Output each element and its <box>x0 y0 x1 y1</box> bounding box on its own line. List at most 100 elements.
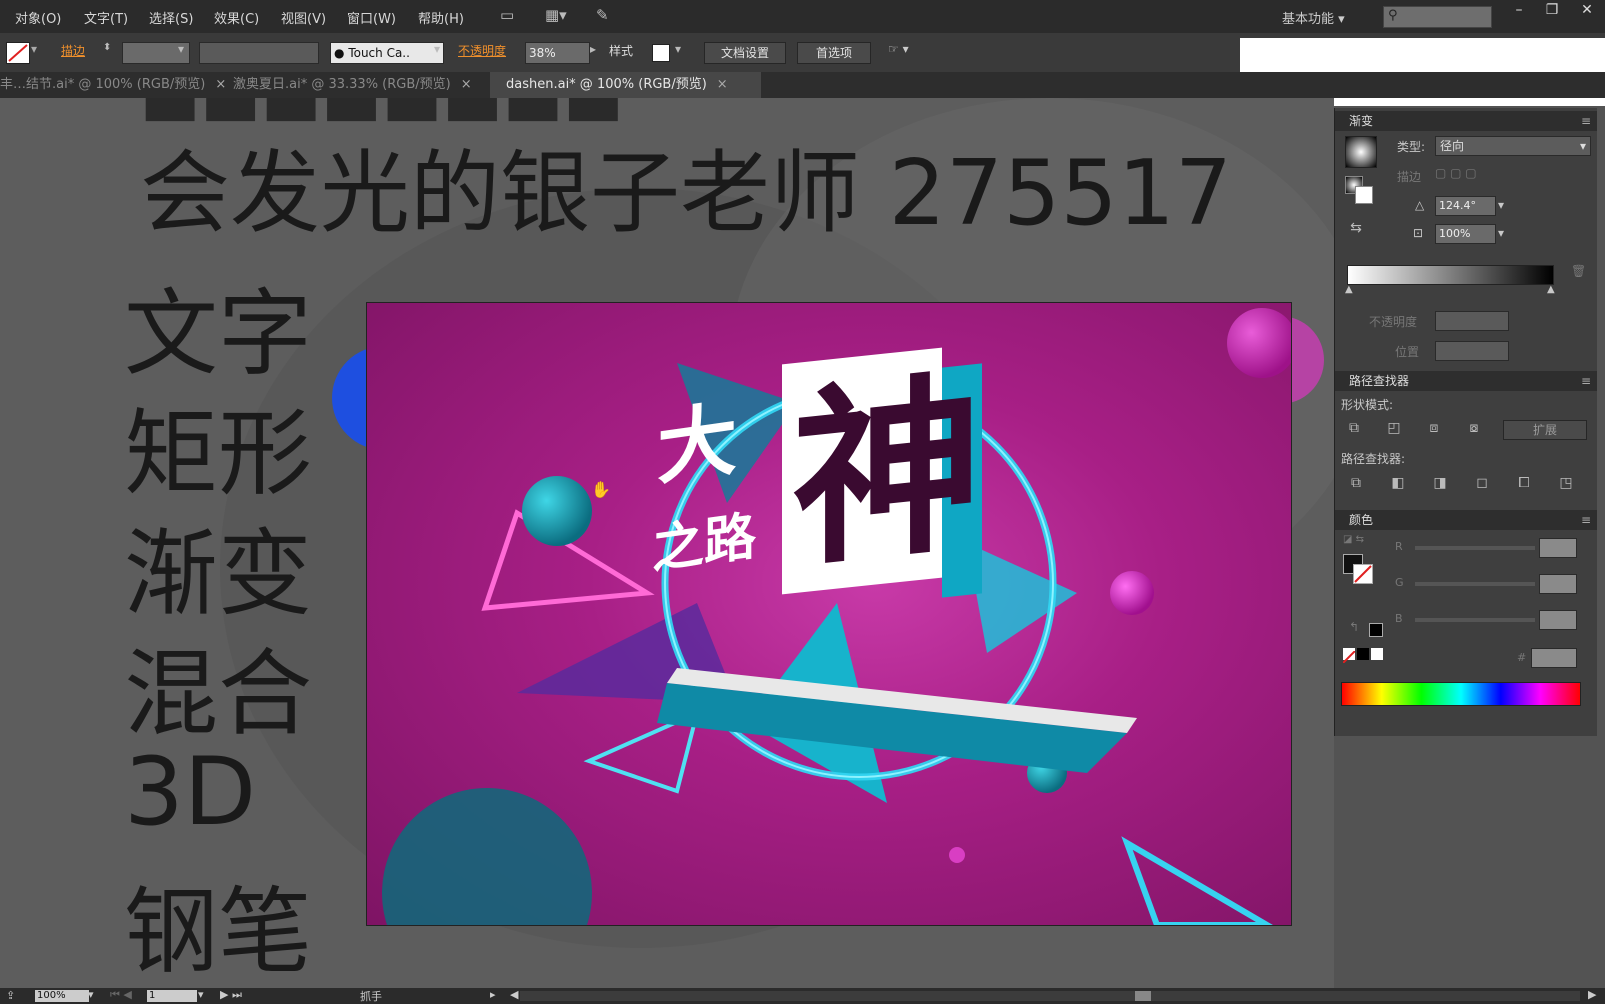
panel-menu-icon[interactable]: ≡ <box>1581 111 1591 131</box>
menu-help[interactable]: 帮助(H) <box>418 8 464 27</box>
g-value-field[interactable] <box>1539 574 1577 594</box>
fill-swatch[interactable] <box>6 42 30 64</box>
black-mini-swatch[interactable] <box>1357 648 1369 660</box>
tab-document-3[interactable]: dashen.ai* @ 100% (RGB/预览) × <box>490 72 761 98</box>
b-value-field[interactable] <box>1539 610 1577 630</box>
gradient-preview-swatch[interactable] <box>1345 136 1377 168</box>
angle-dropdown-icon[interactable]: ▾ <box>1498 198 1504 212</box>
panel-menu-icon[interactable]: ≡ <box>1581 510 1591 530</box>
crop-icon[interactable]: ◻ <box>1471 475 1493 495</box>
close-button[interactable]: ✕ <box>1575 2 1599 18</box>
white-mini-swatch[interactable] <box>1371 648 1383 660</box>
workspace-switcher[interactable]: 基本功能 ▾ <box>1282 8 1345 27</box>
menu-type[interactable]: 文字(T) <box>84 8 128 27</box>
gradient-stop-white[interactable]: ▲ <box>1345 284 1353 295</box>
menu-object[interactable]: 对象(O) <box>15 8 61 27</box>
next-page-icon[interactable]: ▶ ⏭ <box>220 988 242 1002</box>
scroll-thumb[interactable] <box>1135 991 1151 1001</box>
gradient-panel-header[interactable]: 渐变 ≡ <box>1335 111 1597 131</box>
preferences-button[interactable]: 首选项 <box>797 42 871 64</box>
close-tab-icon[interactable]: × <box>717 77 728 92</box>
title-small-glyph-1: 大 <box>657 391 737 496</box>
style-dropdown-icon[interactable]: ▾ <box>675 42 681 62</box>
minus-front-icon[interactable]: ◰ <box>1383 420 1405 440</box>
close-tab-icon[interactable]: × <box>461 77 472 92</box>
close-tab-icon[interactable]: × <box>215 77 226 92</box>
tab-document-1[interactable]: 丰…结节.ai* @ 100% (RGB/预览) × <box>0 72 230 98</box>
scroll-left-icon[interactable]: ◀ <box>510 988 518 1001</box>
pathfinder-panel-header[interactable]: 路径查找器 ≡ <box>1335 371 1597 391</box>
stop-location-field[interactable] <box>1435 341 1509 361</box>
gradient-slider[interactable] <box>1347 265 1554 285</box>
exclude-icon[interactable]: ⧇ <box>1463 420 1485 440</box>
unite-icon[interactable]: ⧉ <box>1343 420 1365 440</box>
menu-select[interactable]: 选择(S) <box>149 8 193 27</box>
zoom-field[interactable]: 100% <box>34 989 90 1003</box>
variable-width-field[interactable] <box>199 42 319 64</box>
scroll-right-icon[interactable]: ▶ <box>1588 988 1596 1001</box>
expand-button[interactable]: 扩展 <box>1503 420 1587 440</box>
aspect-dropdown-icon[interactable]: ▾ <box>1498 226 1504 240</box>
delete-stop-icon[interactable]: 🗑 <box>1571 264 1586 278</box>
panel-menu-icon[interactable]: ≡ <box>1581 371 1591 391</box>
color-panel-header[interactable]: 颜色 ≡ <box>1335 510 1597 530</box>
fill-dropdown-icon[interactable]: ▾ <box>31 42 37 62</box>
document-setup-button[interactable]: 文档设置 <box>704 42 786 64</box>
color-fill-stroke-icon[interactable] <box>1343 554 1373 584</box>
canvas-area[interactable]: ▬▬▬▬▬▬▬▬ 会发光的银子老师 275517 神 大 之路 文字 矩形 渐变… <box>0 98 1334 988</box>
gradient-stop-black[interactable]: ▲ <box>1547 284 1555 295</box>
opacity-field[interactable]: 38% <box>525 42 590 64</box>
opacity-label[interactable]: 不透明度 <box>458 42 506 62</box>
tab-document-2[interactable]: 激奥夏日.ai* @ 33.33% (RGB/预览) × <box>233 72 488 98</box>
outline-icon[interactable]: ⧠ <box>1513 475 1535 495</box>
trim-icon[interactable]: ◧ <box>1387 475 1409 495</box>
brush-dropdown-icon[interactable]: ▾ <box>434 42 440 62</box>
minus-back-icon[interactable]: ◳ <box>1555 475 1577 495</box>
search-input[interactable]: ⚲ <box>1383 6 1492 28</box>
style-swatch[interactable] <box>652 44 670 62</box>
stroke-stepper[interactable]: ⬍ <box>103 42 111 62</box>
menu-view[interactable]: 视图(V) <box>281 8 326 27</box>
fill-stroke-icon[interactable] <box>1345 176 1375 206</box>
gpu-performance-icon[interactable]: ✎ <box>596 6 609 26</box>
bridge-icon[interactable]: ▭ <box>500 6 514 26</box>
menu-effect[interactable]: 效果(C) <box>214 8 259 27</box>
share-icon[interactable]: ⇪ <box>6 989 15 1002</box>
first-page-icon[interactable]: ⏮ ◀ <box>110 988 132 1002</box>
menu-window[interactable]: 窗口(W) <box>347 8 396 27</box>
stroke-label[interactable]: 描边 <box>61 42 85 62</box>
gradient-type-select[interactable]: 径向 ▾ <box>1435 136 1591 156</box>
r-value-field[interactable] <box>1539 538 1577 558</box>
status-menu-icon[interactable]: ▸ <box>490 988 496 1001</box>
intersect-icon[interactable]: ⧈ <box>1423 420 1445 440</box>
divide-icon[interactable]: ⧉ <box>1345 475 1367 495</box>
brush-definition-field[interactable]: ● Touch Ca.. <box>330 42 444 64</box>
arrange-documents-icon[interactable]: ▦▾ <box>545 6 567 26</box>
color-spectrum[interactable] <box>1341 682 1581 706</box>
arrange-icon[interactable]: ☞ ▾ <box>888 42 909 62</box>
b-slider[interactable] <box>1415 618 1535 622</box>
maximize-button[interactable]: ❐ <box>1540 2 1564 18</box>
zoom-dropdown-icon[interactable]: ▾ <box>88 988 94 1001</box>
stop-opacity-field[interactable] <box>1435 311 1509 331</box>
opacity-arrow-icon[interactable]: ▸ <box>590 42 596 62</box>
aspect-ratio-field[interactable]: 100% <box>1435 224 1496 244</box>
artboard[interactable]: 神 大 之路 <box>366 302 1292 926</box>
merge-icon[interactable]: ◨ <box>1429 475 1451 495</box>
current-tool-label: 抓手 <box>360 990 382 1003</box>
hex-field[interactable] <box>1531 648 1577 668</box>
angle-field[interactable]: 124.4° <box>1435 196 1496 216</box>
r-slider[interactable] <box>1415 546 1535 550</box>
stroke-weight-dropdown-icon[interactable]: ▾ <box>178 42 184 62</box>
none-swatch[interactable] <box>1342 648 1356 664</box>
swap-color-icon[interactable]: ↰ <box>1349 620 1359 634</box>
page-dropdown-icon[interactable]: ▾ <box>198 988 204 1001</box>
horizontal-scrollbar[interactable] <box>520 991 1580 1001</box>
minimize-button[interactable]: – <box>1507 2 1531 18</box>
g-slider[interactable] <box>1415 582 1535 586</box>
black-swatch[interactable] <box>1369 623 1383 637</box>
reverse-gradient-icon[interactable]: ⇆ <box>1345 220 1367 240</box>
default-colors-icon[interactable]: ◪ ⇆ <box>1343 534 1364 545</box>
page-field[interactable]: 1 <box>146 989 198 1003</box>
stroke-gradient-buttons[interactable]: ▢ ▢ ▢ <box>1435 166 1477 180</box>
